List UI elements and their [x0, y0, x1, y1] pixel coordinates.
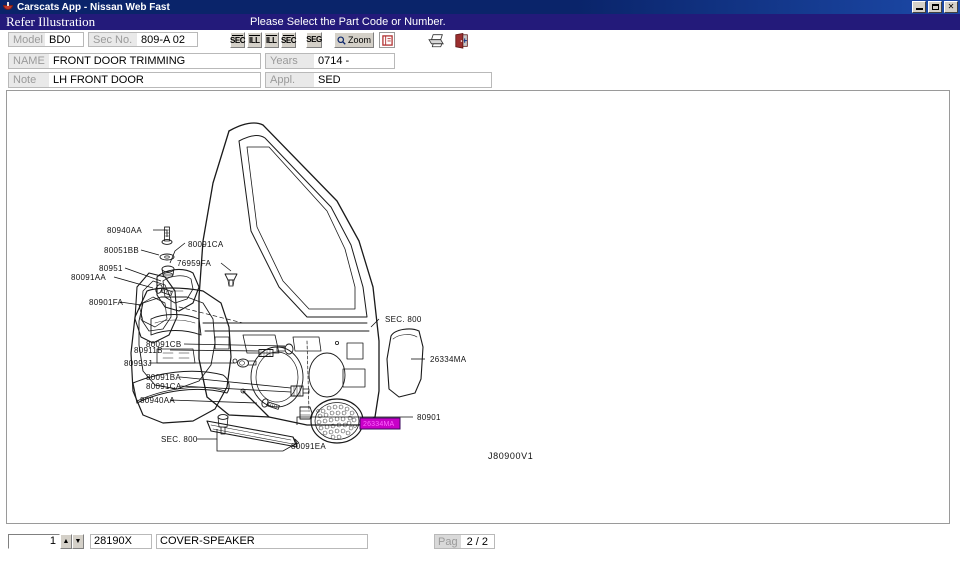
appl-label: Appl.: [266, 73, 314, 87]
maximize-icon: [932, 4, 939, 10]
svg-text:80051BB: 80051BB: [104, 246, 139, 255]
svg-text:80940AA: 80940AA: [107, 226, 142, 235]
model-field[interactable]: Model BD0: [8, 32, 84, 47]
sec-last-button[interactable]: SEC: [281, 32, 296, 48]
illustration-panel[interactable]: 80940AA 80091CA 80051BB 76959FA 80951 80…: [6, 90, 950, 524]
svg-text:26334MA: 26334MA: [430, 355, 467, 364]
printer-icon: [427, 34, 444, 48]
screen-header: Refer Illustration Please Select the Par…: [0, 14, 960, 30]
quantity-up-button[interactable]: ▲: [60, 534, 72, 549]
note-value[interactable]: LH FRONT DOOR: [49, 73, 260, 87]
highlighted-part-text: 26334MA: [363, 421, 394, 428]
legend-button[interactable]: [379, 32, 395, 48]
window-titlebar: Carscats App - Nissan Web Fast ✕: [0, 0, 960, 14]
zoom-button[interactable]: Zoom: [334, 32, 374, 48]
svg-text:80091BA: 80091BA: [146, 373, 181, 382]
ill-prev-button[interactable]: ILL: [247, 32, 262, 48]
years-field[interactable]: Years 0714 -: [265, 53, 395, 69]
svg-text:SEC. 800: SEC. 800: [385, 315, 422, 324]
app-icon: [3, 2, 13, 12]
exit-button[interactable]: [453, 32, 471, 49]
sec-first-button[interactable]: SEC: [230, 32, 245, 48]
name-field[interactable]: NAME FRONT DOOR TRIMMING: [8, 53, 261, 69]
svg-text:80091EA: 80091EA: [291, 442, 326, 451]
minimize-icon: [916, 8, 923, 10]
drawing-id: J80900V1: [488, 451, 533, 461]
highlighted-part-label[interactable]: 26334MA: [359, 417, 401, 430]
svg-text:80901: 80901: [417, 413, 441, 422]
close-icon: ✕: [947, 2, 955, 11]
svg-text:80951: 80951: [99, 264, 123, 273]
print-button[interactable]: [427, 32, 445, 49]
sec-no-value[interactable]: 809-A 02: [137, 33, 197, 46]
quantity-down-button[interactable]: ▼: [72, 534, 84, 549]
svg-text:80901FA: 80901FA: [89, 298, 123, 307]
sec-no-field[interactable]: Sec No. 809-A 02: [88, 32, 198, 47]
part-code-field[interactable]: 28190X: [90, 534, 152, 549]
page-title: Refer Illustration: [6, 14, 96, 29]
maximize-button[interactable]: [928, 1, 942, 13]
model-value[interactable]: BD0: [45, 33, 83, 46]
sec-last-icon: SEC: [281, 35, 296, 45]
quantity-stepper[interactable]: ▲ ▼: [60, 534, 84, 549]
exit-door-icon: [455, 32, 468, 49]
part-selection-group: 1 ▲ ▼ 28190X COVER-SPEAKER: [8, 534, 368, 549]
seg-icon: SEG: [306, 35, 322, 44]
part-description-field[interactable]: COVER-SPEAKER: [156, 534, 368, 549]
name-value[interactable]: FRONT DOOR TRIMMING: [49, 54, 260, 68]
model-label: Model: [9, 33, 45, 46]
quantity-input[interactable]: 1: [8, 534, 60, 549]
svg-text:80940AA: 80940AA: [140, 396, 175, 405]
sec-no-label: Sec No.: [89, 33, 137, 46]
years-value[interactable]: 0714 -: [314, 54, 394, 68]
page-label: Pag: [435, 535, 461, 548]
ill-prev-icon: ILL: [249, 35, 260, 45]
footer-bar: 1 ▲ ▼ 28190X COVER-SPEAKER Pag 2 / 2: [0, 528, 960, 572]
seg-button[interactable]: SEG: [306, 32, 322, 48]
svg-text:SEC. 800: SEC. 800: [161, 435, 198, 444]
svg-text:80911B: 80911B: [134, 346, 163, 355]
header-prompt: Please Select the Part Code or Number.: [250, 16, 446, 28]
svg-text:80091CA: 80091CA: [146, 382, 182, 391]
window-title: Carscats App - Nissan Web Fast: [17, 1, 170, 13]
parts-illustration[interactable]: 80940AA 80091CA 80051BB 76959FA 80951 80…: [7, 91, 949, 523]
ill-next-button[interactable]: ILL: [264, 32, 279, 48]
note-field[interactable]: Note LH FRONT DOOR: [8, 72, 261, 88]
svg-text:80993J: 80993J: [124, 359, 152, 368]
svg-text:76959FA: 76959FA: [177, 259, 211, 268]
minimize-button[interactable]: [912, 1, 926, 13]
years-label: Years: [266, 54, 314, 68]
form-toolbar-zone: Model BD0 Sec No. 809-A 02 NAME FRONT DO…: [0, 30, 960, 88]
ill-next-icon: ILL: [266, 35, 277, 45]
svg-text:80091AA: 80091AA: [71, 273, 106, 282]
application-window: Carscats App - Nissan Web Fast ✕ Refer I…: [0, 0, 960, 572]
appl-value[interactable]: SED: [314, 73, 491, 87]
zoom-button-label: Zoom: [347, 35, 371, 45]
close-button[interactable]: ✕: [944, 1, 958, 13]
name-label: NAME: [9, 54, 49, 68]
page-value: 2 / 2: [460, 535, 494, 548]
legend-icon: [381, 34, 393, 46]
note-label: Note: [9, 73, 49, 87]
svg-text:80091CA: 80091CA: [188, 240, 224, 249]
window-controls: ✕: [912, 1, 958, 13]
page-indicator: Pag 2 / 2: [434, 534, 495, 549]
zoom-icon: [337, 35, 346, 45]
sec-first-icon: SEC: [230, 35, 245, 45]
appl-field[interactable]: Appl. SED: [265, 72, 492, 88]
